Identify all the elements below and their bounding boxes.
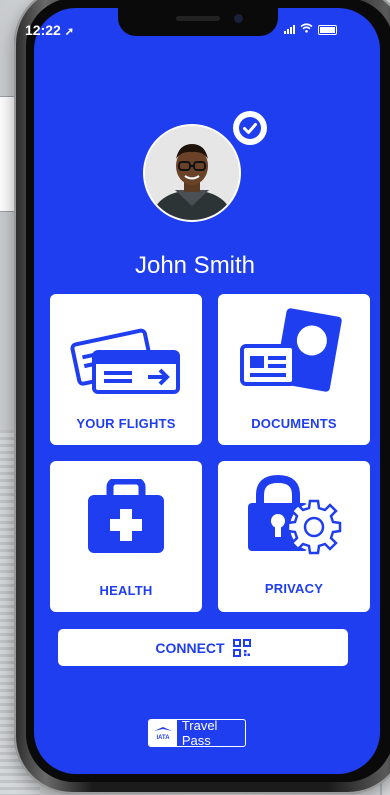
tile-documents-label: DOCUMENTS — [251, 416, 337, 431]
travel-pass-brand: IATA Travel Pass — [148, 719, 246, 747]
medical-kit-icon — [88, 479, 164, 553]
signal-icon — [284, 25, 295, 34]
profile-name: John Smith — [134, 252, 256, 279]
connect-button[interactable]: CONNECT — [58, 629, 348, 666]
iata-logo-icon: IATA — [149, 720, 177, 746]
verified-badge-icon — [233, 111, 267, 145]
tile-health[interactable]: HEALTH — [50, 461, 202, 612]
wifi-icon — [300, 23, 313, 36]
svg-text:IATA: IATA — [156, 735, 170, 741]
battery-icon — [318, 24, 337, 35]
lock-gear-icon — [248, 474, 342, 555]
front-camera — [234, 14, 243, 23]
passport-icon — [240, 308, 342, 392]
tile-documents[interactable]: DOCUMENTS — [218, 294, 370, 445]
status-icons — [284, 23, 337, 36]
location-arrow-icon: ➚ — [64, 26, 74, 38]
status-time: 12:22 ➚ — [25, 22, 74, 38]
notch — [118, 8, 278, 36]
tile-your-flights[interactable]: YOUR FLIGHTS — [50, 294, 202, 445]
tile-health-label: HEALTH — [99, 583, 153, 598]
tile-privacy[interactable]: PRIVACY — [218, 461, 370, 612]
flight-tickets-icon — [70, 328, 180, 394]
qr-code-icon — [232, 638, 251, 657]
tile-your-flights-label: YOUR FLIGHTS — [76, 416, 176, 431]
status-time-text: 12:22 — [25, 22, 61, 38]
speaker — [176, 16, 220, 21]
connect-label: CONNECT — [155, 639, 225, 656]
avatar[interactable] — [143, 124, 241, 222]
travel-pass-label: Travel Pass — [181, 719, 218, 747]
tile-privacy-label: PRIVACY — [264, 581, 324, 596]
